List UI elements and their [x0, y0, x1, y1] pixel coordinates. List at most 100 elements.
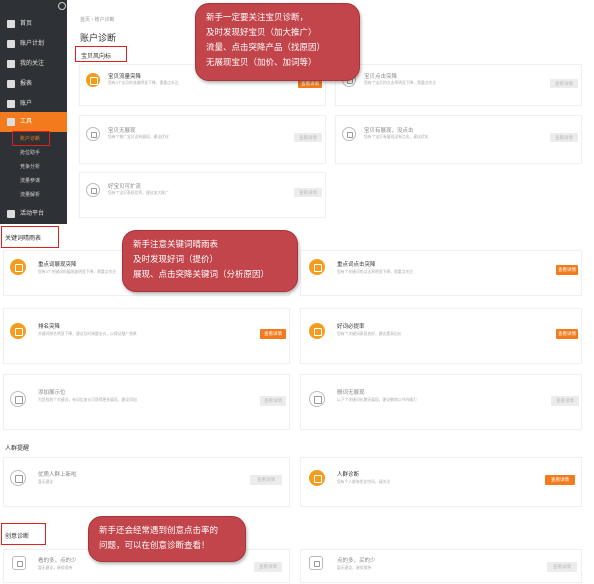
sidebar-toggle-icon[interactable]	[58, 2, 66, 10]
card-title: 好词必提率	[337, 324, 365, 330]
view-detail-button[interactable]: 查看详情	[294, 133, 322, 142]
card-baobei-expand: 好宝贝可扩流 您有个宝贝表现优秀，建议加大推广 查看详情	[79, 172, 326, 218]
callout-line: 流量、点击突降产品（找原因）	[206, 42, 326, 52]
sidebar: 首页 账户计划 我的关注 报表 账户 工具 账户诊断 抢位助手 竞争分析 流量参…	[0, 0, 67, 224]
card-title: 重点词展现突降	[38, 262, 77, 268]
view-detail-button[interactable]: 查看详情	[550, 79, 578, 88]
callout-line: 及时发现好宝贝（加大推广）	[206, 27, 317, 37]
card-crowd-new: 优质人群上新啦 暂无建议 查看详情	[3, 457, 290, 507]
card-desc: 您有个推广宝贝没有展现，建议优化	[108, 135, 169, 139]
view-detail-button[interactable]: 查看详情	[294, 188, 322, 197]
sidebar-sub-traffic-advisor[interactable]: 流量参谋	[0, 174, 67, 188]
gear-icon	[10, 470, 26, 486]
callout-baobei: 新手一定要关注宝贝诊断， 及时发现好宝贝（加大推广） 流量、点击突降产品（找原因…	[195, 3, 360, 81]
card-kw-click-drop: 重点词点击突降 您有个关键词的点击率明显下降，需重点关注 查看详情	[300, 250, 582, 296]
sidebar-item-reports[interactable]: 报表	[0, 74, 67, 94]
list-icon	[309, 323, 325, 339]
person-icon	[10, 259, 26, 275]
card-title: 看的多，点的少	[38, 558, 77, 564]
card-creative-low-buy: 点的多，买的少 暂无建议，继续保持 查看详情	[300, 549, 582, 583]
click-icon	[309, 259, 325, 275]
plus-icon	[10, 391, 26, 407]
card-title: 删词无展现	[337, 390, 365, 396]
activity-icon	[7, 210, 15, 218]
card-desc: 关键词排名明显下降，建议及时调整出价，以保证推广效果	[38, 332, 137, 336]
sidebar-sub-traffic-analysis[interactable]: 流量解析	[0, 188, 67, 202]
breadcrumb: 首页 › 账户诊断	[80, 17, 115, 23]
card-desc: 您有个人群有优化空间，请关注	[337, 480, 391, 484]
card-title: 宝贝流量突降	[108, 74, 142, 80]
home-icon	[7, 20, 15, 28]
view-detail-button[interactable]: 查看详情	[551, 396, 579, 406]
sidebar-item-label: 账户计划	[20, 41, 45, 47]
view-detail-button[interactable]: 查看详情	[260, 329, 286, 339]
card-desc: 您有个关键词表现良好，建议提高出价	[337, 332, 402, 336]
sidebar-item-label: 首页	[20, 21, 33, 27]
rank-icon	[10, 323, 26, 339]
sidebar-item-account[interactable]: 账户	[0, 94, 67, 114]
callout-line: 新手还会经常遇到创意点击率的	[99, 525, 219, 535]
view-detail-button[interactable]: 查看详情	[547, 562, 577, 572]
callout-line: 无展现宝贝（加价、加词等）	[206, 57, 317, 67]
highlight-box	[1, 523, 46, 545]
plan-icon	[7, 40, 15, 48]
card-kw-rank-drop: 排名突降 关键词排名明显下降，建议及时调整出价，以保证推广效果 查看详情	[3, 308, 290, 364]
traffic-icon	[86, 73, 100, 87]
card-crowd-diagnosis: 人群诊断 您有个人群有优化空间，请关注 查看详情	[300, 457, 582, 507]
highlight-box	[1, 226, 59, 248]
crowd-icon	[309, 470, 325, 486]
report-icon	[7, 80, 15, 88]
view-detail-button[interactable]: 查看详情	[545, 475, 575, 485]
view-detail-button[interactable]: 查看详情	[250, 475, 282, 485]
callout-line: 及时发现好词（提价）	[133, 254, 219, 264]
sidebar-item-label: 账户	[20, 101, 33, 107]
impression-icon	[86, 127, 100, 141]
callout-line: 展现、点击突降关键词（分析原因）	[133, 269, 270, 279]
callout-creative: 新手还会经常遇到创意点击率的 问题，可以在创意诊断查看！	[88, 516, 246, 562]
view-detail-button[interactable]: 查看详情	[556, 329, 578, 339]
sidebar-item-label: 报表	[20, 81, 33, 87]
card-desc: 您有个宝贝有展现没有点击，建议优化	[364, 135, 429, 139]
card-desc: 以下个关键词长期无展现，建议删除以节约精力	[337, 398, 417, 402]
callout-line: 问题，可以在创意诊断查看！	[99, 540, 210, 550]
highlight-box	[12, 131, 50, 146]
card-title: 优质人群上新啦	[38, 472, 77, 478]
sidebar-item-home[interactable]: 首页	[0, 14, 67, 34]
card-desc: 为您找到个关键词，有词后加价可获得更多展现，建议添加	[38, 398, 137, 402]
card-desc: 暂无建议	[38, 480, 54, 484]
card-kw-add-slot: 添加展示位 为您找到个关键词，有词后加价可获得更多展现，建议添加 查看详情	[3, 374, 290, 430]
sidebar-item-tools[interactable]: 工具	[0, 112, 67, 132]
account-icon	[7, 100, 15, 108]
card-title: 宝贝点击突降	[364, 74, 398, 80]
sidebar-sub-bid-assistant[interactable]: 抢位助手	[0, 146, 67, 160]
card-title: 宝贝无展现	[108, 128, 136, 134]
section-title-crowd: 人群提醒	[5, 446, 30, 452]
mouse-icon	[12, 556, 26, 570]
card-kw-delete-words: 删词无展现 以下个关键词长期无展现，建议删除以节约精力 查看详情	[300, 374, 582, 430]
card-title: 添加展示位	[38, 390, 66, 396]
card-title: 好宝贝可扩流	[108, 184, 142, 190]
sidebar-item-plans[interactable]: 账户计划	[0, 34, 67, 54]
sidebar-item-activity[interactable]: 活动平台	[0, 204, 67, 224]
card-desc: 暂无建议，继续保持	[38, 566, 73, 570]
card-title: 排名突降	[38, 324, 61, 330]
highlight-box	[75, 46, 127, 62]
card-title: 点的多，买的少	[337, 558, 376, 564]
card-title: 宝贝有展现，没点击	[364, 128, 414, 134]
sidebar-sub-competition[interactable]: 竞争分析	[0, 160, 67, 174]
sidebar-item-follow[interactable]: 我的关注	[0, 54, 67, 74]
cursor-icon	[342, 127, 356, 141]
view-detail-button[interactable]: 查看详情	[556, 265, 578, 275]
view-detail-button[interactable]: 查看详情	[260, 396, 286, 406]
shopping-bag-icon	[309, 556, 323, 570]
view-detail-button[interactable]: 查看详情	[254, 562, 282, 572]
card-baobei-no-click: 宝贝有展现，没点击 您有个宝贝有展现没有点击，建议优化 查看详情	[335, 115, 582, 164]
page-title: 账户诊断	[80, 33, 117, 43]
card-baobei-click-drop: 宝贝点击突降 您有个宝贝的点击率明显下降，需重点关注 查看详情	[335, 64, 582, 106]
view-detail-button[interactable]: 查看详情	[550, 133, 578, 142]
card-title: 人群诊断	[337, 472, 360, 478]
card-kw-good-words: 好词必提率 您有个关键词表现良好，建议提高出价 查看详情	[300, 308, 582, 364]
callout-line: 新手一定要关注宝贝诊断，	[206, 12, 309, 22]
card-desc: 您有3个宝贝的流量明显下降，需重点关注	[108, 81, 179, 85]
sidebar-item-label: 我的关注	[20, 61, 45, 67]
